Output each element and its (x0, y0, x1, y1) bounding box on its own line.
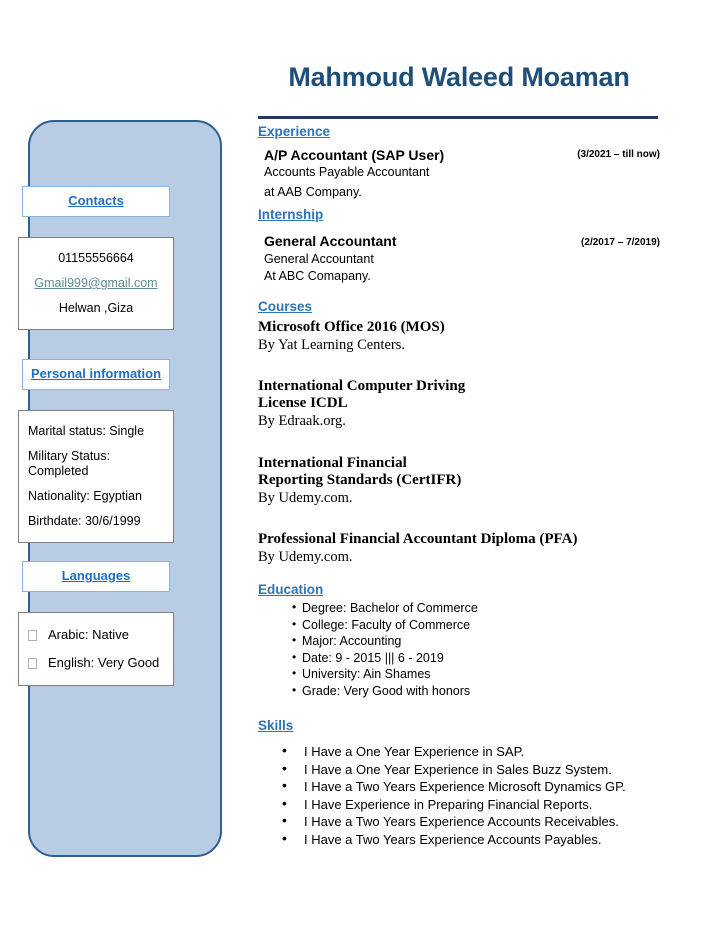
course-entry: International Computer Driving License IC… (258, 378, 660, 430)
contacts-box: 01155556664 Gmail999@gmail.com Helwan ,G… (18, 237, 174, 330)
skills-list-item: I Have Experience in Preparing Financial… (282, 795, 660, 814)
section-heading-internship: Internship (258, 207, 324, 222)
skills-list-item: I Have a Two Years Experience Accounts P… (282, 830, 660, 849)
languages-box: Arabic: Native English: Very Good (18, 612, 174, 686)
course-title: Professional Financial Accountant Diplom… (258, 531, 578, 547)
internship-entry-subtitle: General Accountant (264, 252, 374, 266)
page-title: Mahmoud Waleed Moaman (288, 62, 630, 92)
section-heading-experience: Experience (258, 124, 331, 139)
sidebar-heading-languages: Languages (22, 561, 170, 592)
experience-entry-company: at AAB Company. (264, 185, 362, 199)
course-provider: By Udemy.com. (258, 549, 353, 565)
skills-list-item: I Have a One Year Experience in SAP. (282, 742, 660, 761)
sidebar-heading-personal-information: Personal information (22, 359, 170, 390)
personal-information-box: Marital status: Single Military Status: … (18, 410, 174, 543)
personal-info-item: Military Status: Completed (28, 449, 110, 478)
skills-list: I Have a One Year Experience in SAP. I H… (258, 742, 660, 849)
course-provider: By Edraak.org. (258, 413, 346, 429)
internship-entry-company: At ABC Comapany. (264, 269, 371, 283)
course-entry: Professional Financial Accountant Diplom… (258, 531, 660, 566)
education-list-item: Grade: Very Good with honors (292, 682, 660, 700)
sidebar-heading-contacts-label: Contacts (68, 193, 124, 208)
education-list-item: Major: Accounting (292, 632, 660, 650)
section-heading-education: Education (258, 582, 324, 597)
experience-entry-subtitle: Accounts Payable Accountant (264, 165, 430, 179)
skills-list-item: I Have a Two Years Experience Accounts R… (282, 812, 660, 831)
course-title: International Computer Driving License IC… (258, 378, 466, 411)
skills-list-item: I Have a One Year Experience in Sales Bu… (282, 760, 660, 779)
empty-box-bullet-icon (28, 657, 37, 669)
section-heading-skills: Skills (258, 718, 294, 733)
education-list: Degree: Bachelor of Commerce College: Fa… (258, 599, 660, 700)
course-title: International Financial Reporting Standar… (258, 455, 462, 488)
empty-box-bullet-icon (28, 629, 37, 641)
personal-info-item: Birthdate: 30/6/1999 (28, 514, 141, 528)
education-list-item: University: Ain Shames (292, 665, 660, 683)
language-item: English: Very Good (19, 649, 173, 677)
experience-entry: (3/2021 – till now) A/P Accountant (SAP … (258, 147, 660, 199)
experience-entry-date: (3/2021 – till now) (577, 149, 660, 160)
education-list-item: Date: 9 - 2015 ||| 6 - 2019 (292, 649, 660, 667)
course-provider: By Yat Learning Centers. (258, 337, 405, 353)
header-divider (258, 116, 658, 119)
section-heading-courses: Courses (258, 299, 313, 314)
contact-email[interactable]: Gmail999@gmail.com (19, 271, 173, 296)
personal-info-item: Marital status: Single (28, 424, 145, 438)
course-provider: By Udemy.com. (258, 490, 353, 506)
education-list-item: College: Faculty of Commerce (292, 616, 660, 634)
language-item-label: Arabic: Native (48, 627, 129, 642)
education-list-item: Degree: Bachelor of Commerce (292, 599, 660, 617)
sidebar-heading-contacts: Contacts (22, 186, 170, 217)
skills-list-item: I Have a Two Years Experience Microsoft … (282, 777, 660, 796)
course-entry: International Financial Reporting Standar… (258, 455, 660, 507)
sidebar-heading-personal-information-label: Personal information (30, 366, 162, 381)
sidebar-heading-languages-label: Languages (61, 568, 131, 583)
course-title: Microsoft Office 2016 (MOS) (258, 319, 445, 335)
language-item-label: English: Very Good (48, 655, 160, 670)
personal-info-item: Nationality: Egyptian (28, 489, 142, 503)
internship-entry: (2/2017 – 7/2019) General Accountant Gen… (258, 233, 660, 283)
course-entry: Microsoft Office 2016 (MOS) By Yat Learn… (258, 319, 660, 354)
internship-entry-date: (2/2017 – 7/2019) (581, 237, 660, 248)
contact-phone: 01155556664 (58, 251, 134, 265)
main-content: Experience (3/2021 – till now) A/P Accou… (258, 124, 660, 848)
contact-location: Helwan ,Giza (58, 301, 134, 315)
language-item: Arabic: Native (19, 621, 173, 649)
